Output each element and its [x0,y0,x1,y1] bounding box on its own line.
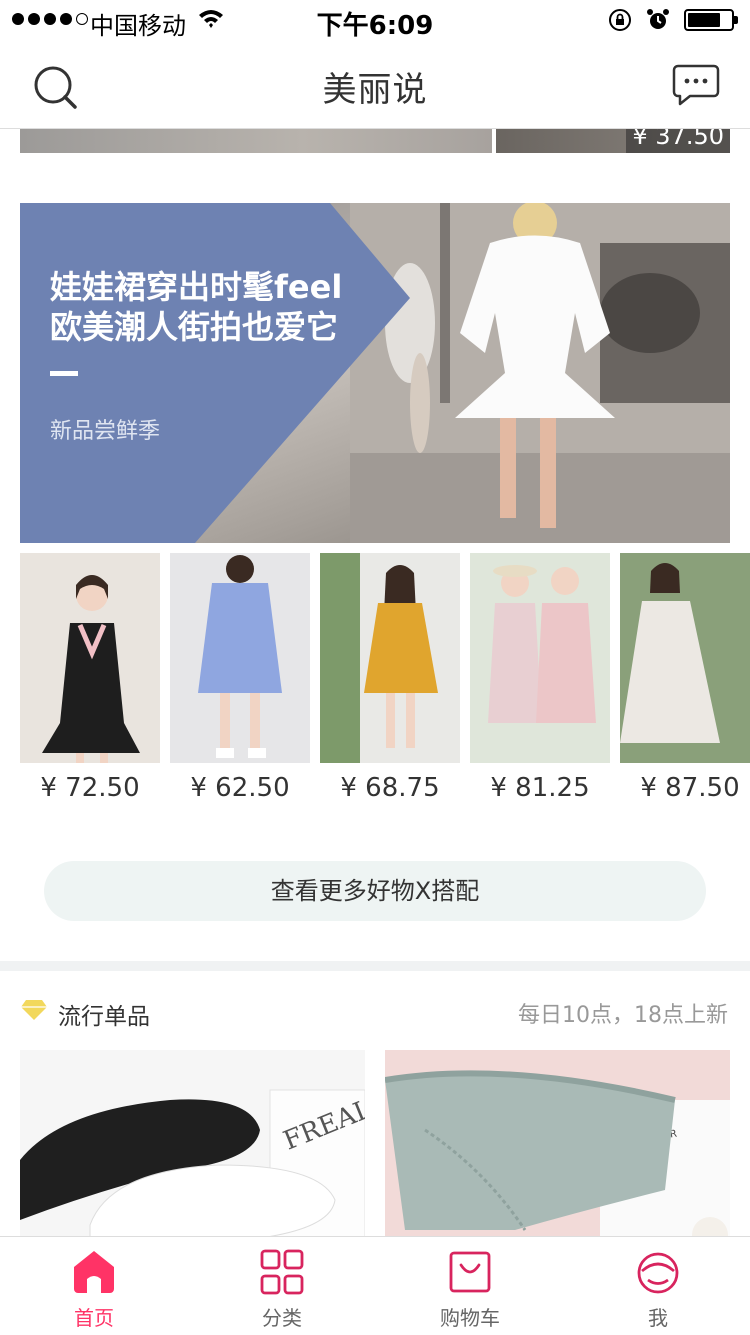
status-bar: 中国移动 下午6:09 [0,0,750,41]
view-more-button[interactable]: 查看更多好物X搭配 [44,861,706,921]
blue-dress-photo [170,553,310,763]
product-image[interactable] [470,553,610,763]
banner-subtitle: 新品尝鲜季 [50,419,161,444]
product-card[interactable]: ¥ 62.50 [170,553,310,803]
tab-label: 分类 [262,1306,302,1330]
category-grid-icon [260,1249,304,1295]
tab-label: 我 [648,1306,668,1330]
banner-headline-2: 欧美潮人街拍也爱它 [50,308,339,346]
section-divider [0,961,750,971]
home-icon [74,1251,114,1293]
product-image[interactable] [620,553,750,763]
banner-photo [350,203,730,543]
product-price: ¥ 72.50 [40,773,140,803]
product-card[interactable]: ¥ 68.75 [320,553,460,803]
product-card[interactable]: ¥ 72.50 [20,553,160,803]
product-price: ¥ 68.75 [340,773,440,803]
product-price: ¥ 87.50 [640,773,740,803]
product-image[interactable]: HITCHHIKER [385,1050,730,1236]
product-price: ¥ 37.50 [626,128,730,153]
page-title: 美丽说 [322,70,428,110]
socks-photo: FREAL [20,1050,365,1236]
tab-cart[interactable]: 购物车 [376,1237,564,1335]
banner-headline: 娃娃裙穿出时髦feel [50,268,343,306]
shopping-bag-icon [449,1251,491,1293]
profile-icon [637,1252,679,1294]
section-note: 每日10点，18点上新 [518,1003,728,1028]
tab-label: 首页 [74,1306,114,1330]
banner-divider [50,371,78,376]
section-header: 流行单品 每日10点，18点上新 [0,988,750,1032]
promo-banner[interactable]: 娃娃裙穿出时髦feel 欧美潮人街拍也爱它 新品尝鲜季 [20,203,730,543]
product-price: ¥ 81.25 [490,773,590,803]
alarm-icon [647,9,669,29]
section-title: 流行单品 [58,1004,150,1030]
diamond-icon [21,1000,47,1020]
home-feed[interactable]: ¥ 37.50 娃娃裙穿出时髦feel 欧美潮人街拍也爱它 新品尝鲜季 ¥ 72… [0,128,750,1236]
product-price: ¥ 62.50 [190,773,290,803]
tab-label: 购物车 [440,1306,500,1330]
product-carousel[interactable]: ¥ 72.50 ¥ 62.50 ¥ 68.75 ¥ 81.25 ¥ 87.50 [20,553,750,813]
product-image[interactable] [320,553,460,763]
rotation-lock-icon [609,9,631,31]
black-dress-photo [20,553,160,763]
tab-me[interactable]: 我 [564,1237,750,1335]
tab-category[interactable]: 分类 [188,1237,376,1335]
product-image[interactable] [20,553,160,763]
previous-product-strip: ¥ 37.50 [0,128,750,153]
yellow-dress-photo [320,553,460,763]
pink-dress-photo [470,553,610,763]
battery-icon [684,9,734,31]
lace-underwear-photo: HITCHHIKER [385,1050,730,1236]
white-dress-photo [620,553,750,763]
tab-bar: 首页 分类 购物车 我 [0,1236,750,1335]
product-image[interactable] [20,128,492,153]
product-card[interactable]: ¥ 87.50 [620,553,750,803]
tab-home[interactable]: 首页 [0,1237,188,1335]
navigation-bar: 美丽说 [0,40,750,129]
product-card[interactable]: ¥ 81.25 [470,553,610,803]
message-icon[interactable] [672,64,720,106]
product-image[interactable]: FREAL [20,1050,365,1236]
product-image[interactable] [170,553,310,763]
